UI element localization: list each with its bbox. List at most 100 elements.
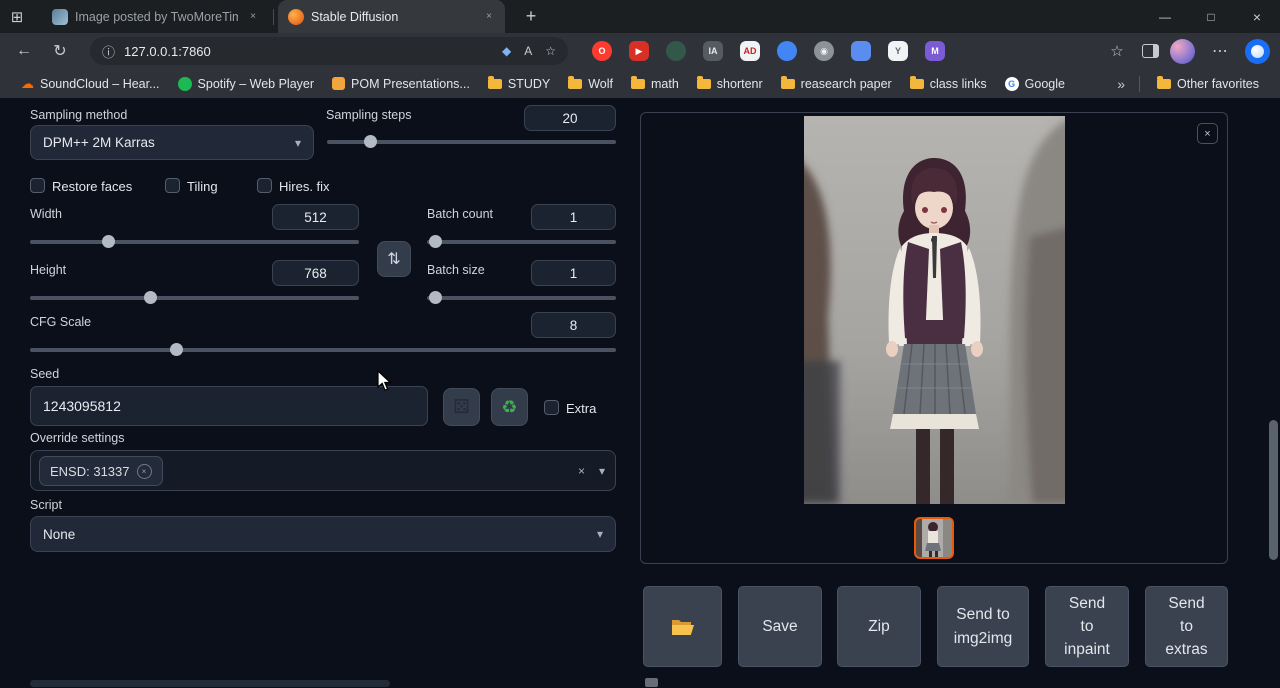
sampling-method-label: Sampling method [30,108,127,122]
ia-extension-icon[interactable]: IA [703,41,723,61]
folder-icon [631,79,645,89]
new-tab-button[interactable]: + [517,3,545,31]
cfg-scale-input[interactable] [531,312,616,338]
width-slider[interactable] [30,240,359,244]
browser-logo-icon[interactable] [1245,39,1270,64]
pin-extension-icon[interactable]: ◉ [814,41,834,61]
horizontal-scrollbar[interactable] [30,680,390,687]
gallery-close-icon[interactable]: × [1197,123,1218,144]
grid-extension-icon[interactable] [851,41,871,61]
site-info-icon[interactable]: ⓘ [102,42,115,61]
ad-extension-icon[interactable]: AD [740,41,760,61]
bookmark-class-links[interactable]: class links [901,74,996,94]
bookmark-shortenr[interactable]: shortenr [688,74,772,94]
slider-handle[interactable] [364,135,377,148]
save-button[interactable]: Save [738,586,822,667]
height-slider[interactable] [30,296,359,300]
window-controls: — □ × [1142,0,1280,33]
slider-handle[interactable] [102,235,115,248]
slider-handle[interactable] [144,291,157,304]
bookmark-wolf[interactable]: Wolf [559,74,622,94]
back-icon[interactable]: ← [10,37,38,65]
bookmark-label: Wolf [588,77,613,91]
bookmark-math[interactable]: math [622,74,688,94]
video-extension-icon[interactable]: ▶ [629,41,649,61]
extra-seed-checkbox[interactable] [544,400,559,415]
y-extension-icon[interactable]: Y [888,41,908,61]
seed-label: Seed [30,367,59,381]
gallery-thumbnail[interactable] [914,517,954,559]
batch-count-slider[interactable] [427,240,616,244]
browser-window: ⊞ Image posted by TwoMoreTimes × Stable … [0,0,1280,688]
seed-input[interactable] [30,386,428,426]
tag-icon[interactable]: ◆ [502,44,511,58]
bookmark-pom-presentations[interactable]: POM Presentations... [323,74,479,94]
address-bar[interactable]: ⓘ 127.0.0.1:7860 ◆ A ☆ [90,37,568,65]
send-to-extras-button[interactable]: Send to extras [1145,586,1228,667]
script-dropdown[interactable]: None ▾ [30,516,616,552]
tab-overview-icon[interactable]: ⊞ [0,0,34,33]
other-favorites-label: Other favorites [1177,77,1259,91]
globe-extension-icon[interactable] [777,41,797,61]
tab-close-icon[interactable]: × [245,9,261,25]
batch-count-input[interactable] [531,204,616,230]
override-tag[interactable]: ENSD: 31337 × [39,456,163,486]
hires-fix-checkbox[interactable] [257,178,272,193]
bookmark-soundcloud-hear[interactable]: ☁SoundCloud – Hear... [12,74,169,94]
clear-field-icon[interactable]: × [578,464,585,478]
height-input[interactable] [272,260,359,286]
vertical-scrollbar[interactable] [1269,420,1278,560]
generated-image[interactable] [804,116,1065,504]
maximize-button[interactable]: □ [1188,0,1234,33]
bookmark-study[interactable]: STUDY [479,74,559,94]
tab-stable-diffusion[interactable]: Stable Diffusion × [278,0,505,33]
profile-avatar[interactable] [1170,39,1195,64]
favorites-star-icon[interactable]: ☆ [1103,37,1131,65]
swap-dimensions-button[interactable]: ⇅ [377,241,411,277]
cfg-scale-slider[interactable] [30,348,616,352]
tiling-checkbox[interactable] [165,178,180,193]
bookmark-google[interactable]: GGoogle [996,74,1074,94]
shield-extension-icon[interactable] [666,41,686,61]
sampling-steps-slider[interactable] [327,140,616,144]
sampling-method-dropdown[interactable]: DPM++ 2M Karras ▾ [30,125,314,160]
restore-faces-checkbox[interactable] [30,178,45,193]
scrollbar-fragment [645,678,658,687]
minimize-button[interactable]: — [1142,0,1188,33]
tab-divider [273,9,274,25]
send-to-inpaint-button[interactable]: Send to inpaint [1045,586,1129,667]
chevron-down-icon[interactable]: ▾ [599,464,605,478]
slider-handle[interactable] [429,235,442,248]
tab-close-icon[interactable]: × [481,9,497,25]
batch-size-slider[interactable] [427,296,616,300]
m-extension-icon[interactable]: M [925,41,945,61]
slider-handle[interactable] [429,291,442,304]
remove-tag-icon[interactable]: × [137,464,152,479]
tab-image-posted[interactable]: Image posted by TwoMoreTimes × [42,0,269,33]
batch-count-label: Batch count [427,207,493,221]
send-to-img2img-button[interactable]: Send to img2img [937,586,1029,667]
open-folder-button[interactable] [643,586,722,667]
bookmark-add-icon[interactable]: ☆ [545,44,556,58]
window-close-button[interactable]: × [1234,0,1280,33]
bookmark-label: Spotify – Web Player [198,77,315,91]
url-text[interactable]: 127.0.0.1:7860 [124,44,493,59]
refresh-icon[interactable]: ↻ [46,37,74,65]
sampling-steps-input[interactable] [524,105,616,131]
send-to-inpaint-label: Send to inpaint [1062,592,1112,662]
translate-icon[interactable]: A [524,44,532,58]
override-settings-field[interactable]: ENSD: 31337 × × ▾ [30,450,616,491]
bookmark-reasearch-paper[interactable]: reasearch paper [772,74,901,94]
bookmark-spotify-web-player[interactable]: Spotify – Web Player [169,74,324,94]
other-favorites[interactable]: Other favorites [1148,74,1268,94]
more-menu-icon[interactable]: ⋯ [1206,37,1234,65]
zip-button[interactable]: Zip [837,586,921,667]
width-input[interactable] [272,204,359,230]
batch-size-input[interactable] [531,260,616,286]
sidebar-panel-icon[interactable] [1142,44,1159,58]
opera-extension-icon[interactable]: O [592,41,612,61]
bookmarks-overflow-icon[interactable]: » [1111,76,1131,92]
reuse-seed-button[interactable]: ♻ [491,388,528,426]
random-seed-button[interactable]: ⚄ [443,388,480,426]
slider-handle[interactable] [170,343,183,356]
